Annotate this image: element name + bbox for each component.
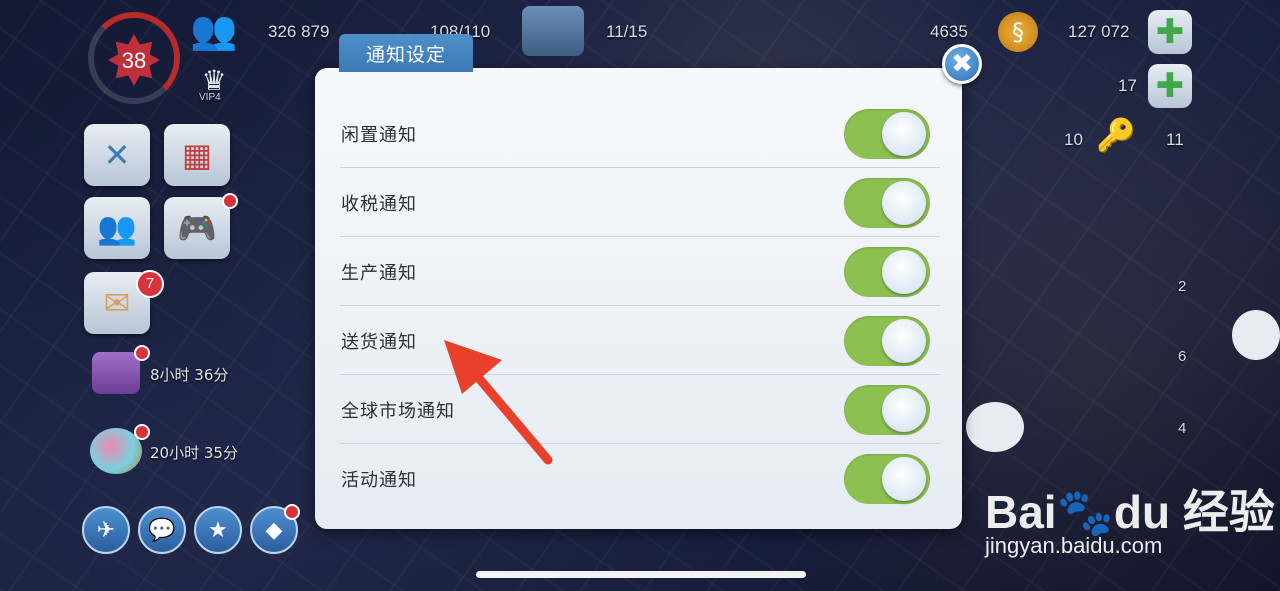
egg-alert-dot xyxy=(134,424,150,440)
setting-label: 全球市场通知 xyxy=(341,401,455,422)
simoleon-coin-icon: § xyxy=(998,12,1038,52)
hard-hat-icon[interactable] xyxy=(1232,310,1280,360)
settings-tools-button[interactable]: ✕ xyxy=(84,124,150,186)
setting-row-event: 活动通知 xyxy=(340,444,940,513)
map-count-2: 6 xyxy=(1178,348,1187,365)
trade-slots-value: 11/15 xyxy=(606,22,648,41)
simoleon-bubble-icon[interactable] xyxy=(966,402,1024,452)
toggle-knob xyxy=(882,457,926,501)
close-button[interactable]: ✖ xyxy=(942,44,982,84)
setting-row-tax: 收税通知 xyxy=(340,168,940,237)
warehouse-icon[interactable] xyxy=(522,6,584,56)
setting-label: 生产通知 xyxy=(341,263,417,284)
bottom-alert-dot xyxy=(284,504,300,520)
airport-button[interactable]: ✈ xyxy=(82,506,130,554)
add-simcash-button[interactable]: ✚ xyxy=(1148,64,1192,108)
game-controller-button[interactable]: 🎮 xyxy=(164,197,230,259)
map-count-3: 4 xyxy=(1178,420,1187,437)
red-arrow-annotation xyxy=(444,340,553,465)
toggle-knob xyxy=(882,181,926,225)
keys-count-1: 10 xyxy=(1064,130,1083,149)
calendar-button[interactable]: ▦ xyxy=(164,124,230,186)
level-number: 38 xyxy=(121,48,147,73)
event-notification-toggle[interactable] xyxy=(844,454,930,504)
mail-badge: 7 xyxy=(136,270,164,298)
chat-button[interactable]: 💬 xyxy=(138,506,186,554)
friends-button[interactable]: 👥 xyxy=(84,197,150,259)
vip-label: VIP4 xyxy=(199,92,221,103)
keys-count-2: 11 xyxy=(1166,130,1184,149)
setting-row-global-market: 全球市场通知 xyxy=(340,375,940,444)
baidu-watermark-url: jingyan.baidu.com xyxy=(985,533,1163,558)
idle-notification-toggle[interactable] xyxy=(844,109,930,159)
population-icon: 👥 xyxy=(190,8,238,52)
treasure-chest-icon[interactable] xyxy=(92,352,140,394)
toggle-knob xyxy=(882,112,926,156)
add-simoleons-button[interactable]: ✚ xyxy=(1148,10,1192,54)
dialog-title-tab: 通知设定 xyxy=(339,34,473,72)
population-value: 326 879 xyxy=(268,22,330,41)
setting-row-production: 生产通知 xyxy=(340,237,940,306)
setting-label: 活动通知 xyxy=(341,470,417,491)
map-count-1: 2 xyxy=(1178,278,1187,295)
toggle-knob xyxy=(882,319,926,363)
key-icon: 🔑 xyxy=(1096,116,1136,154)
global-market-notification-toggle[interactable] xyxy=(844,385,930,435)
side-count-1: 17 xyxy=(1118,76,1137,95)
delivery-notification-toggle[interactable] xyxy=(844,316,930,366)
egg-timer: 20小时 35分 xyxy=(150,444,238,462)
setting-label: 闲置通知 xyxy=(341,125,417,146)
toggle-knob xyxy=(882,250,926,294)
setting-row-idle: 闲置通知 xyxy=(340,99,940,168)
chest-alert-dot xyxy=(134,345,150,361)
toggle-knob xyxy=(882,388,926,432)
production-notification-toggle[interactable] xyxy=(844,247,930,297)
chest-timer: 8小时 36分 xyxy=(150,366,229,384)
home-indicator[interactable] xyxy=(476,571,806,578)
setting-label: 送货通知 xyxy=(341,332,417,353)
setting-label: 收税通知 xyxy=(341,194,417,215)
favorites-star-button[interactable]: ★ xyxy=(194,506,242,554)
setting-row-delivery: 送货通知 xyxy=(340,306,940,375)
close-icon: ✖ xyxy=(951,49,973,79)
tax-notification-toggle[interactable] xyxy=(844,178,930,228)
notification-dot xyxy=(222,193,238,209)
simcash-value: 4635 xyxy=(930,22,968,41)
simoleons-value: 127 072 xyxy=(1068,22,1130,41)
